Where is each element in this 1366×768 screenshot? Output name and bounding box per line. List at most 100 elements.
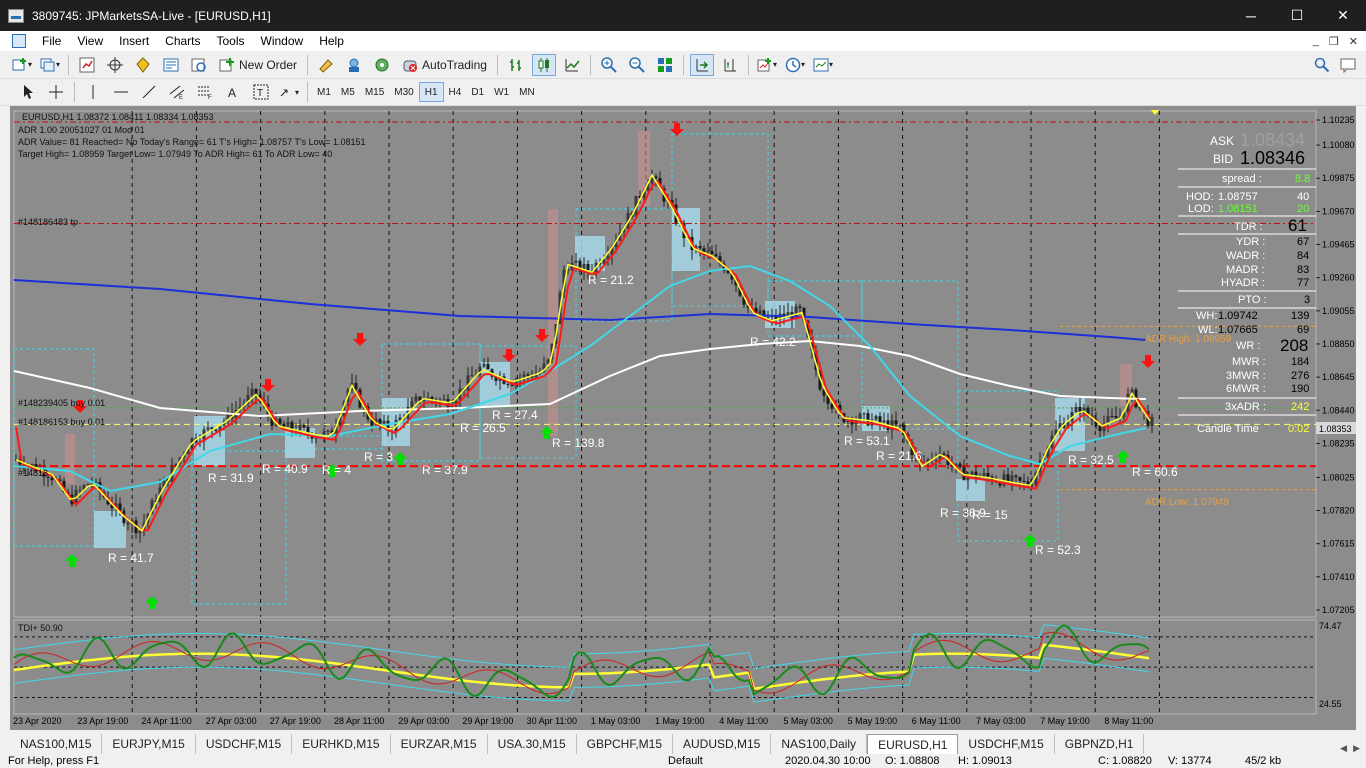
candlestick-button[interactable] <box>531 53 556 76</box>
hod-pips: 40 <box>1297 191 1309 203</box>
menu-insert[interactable]: Insert <box>111 34 157 48</box>
price-tick-label: 1.07820 <box>1322 506 1355 516</box>
toolbar-separator <box>682 54 684 75</box>
timeframe-h1[interactable]: H1 <box>418 82 444 102</box>
tab-nas100-m15[interactable]: NAS100,M15 <box>10 734 103 754</box>
new-order-button[interactable]: New Order <box>215 54 301 76</box>
candle-body <box>970 471 974 475</box>
search-icon[interactable] <box>1314 57 1330 73</box>
tab-eurusd-h1[interactable]: EURUSD,H1 <box>867 734 959 754</box>
range-label: R = 42.2 <box>750 335 796 349</box>
channel-tool[interactable]: E <box>165 81 189 103</box>
status-profile[interactable]: Default <box>668 755 703 767</box>
trendline-tool[interactable] <box>137 81 161 103</box>
lod-pips: 20 <box>1297 203 1309 215</box>
tab-usdchf-m15[interactable]: USDCHF,M15 <box>196 734 293 754</box>
strategy-tester-button[interactable] <box>187 54 211 76</box>
tab-audusd-m15[interactable]: AUDUSD,M15 <box>673 734 772 754</box>
tab-gbpnzd-h1[interactable]: GBPNZD,H1 <box>1055 734 1145 754</box>
auto-scroll-button[interactable] <box>689 53 714 76</box>
tab-usdchf-m15-2[interactable]: USDCHF,M15 <box>958 734 1055 754</box>
timeframe-m5[interactable]: M5 <box>336 82 360 102</box>
timeframe-d1[interactable]: D1 <box>466 82 489 102</box>
autotrading-icon <box>403 60 418 72</box>
metaeditor-button[interactable] <box>314 54 338 76</box>
signals-button[interactable] <box>370 54 394 76</box>
crosshair-tool[interactable] <box>44 81 68 103</box>
tab-nas100-daily[interactable]: NAS100,Daily <box>771 734 868 754</box>
time-tick-label: 1 May 19:00 <box>655 716 705 726</box>
tab-eurjpy-m15[interactable]: EURJPY,M15 <box>102 734 196 754</box>
tabs-scroll-left-icon[interactable]: ◀ <box>1340 743 1347 754</box>
indicators-button[interactable]: ▾ <box>755 54 779 76</box>
bid-value: 1.08346 <box>1240 148 1305 168</box>
timeframe-h4[interactable]: H4 <box>444 82 467 102</box>
close-button[interactable]: ✕ <box>1320 0 1366 31</box>
menu-help[interactable]: Help <box>311 34 352 48</box>
periods-button[interactable]: ▾ <box>783 54 807 76</box>
timeframe-w1[interactable]: W1 <box>489 82 514 102</box>
menu-window[interactable]: Window <box>253 34 312 48</box>
zoom-out-button[interactable] <box>625 54 649 76</box>
chart-window-icon[interactable] <box>12 34 26 48</box>
navigator-button[interactable] <box>131 54 155 76</box>
terminal-button[interactable] <box>159 54 183 76</box>
minimize-button[interactable]: ─ <box>1228 0 1274 31</box>
svg-text:F: F <box>208 95 212 100</box>
zoom-in-button[interactable] <box>597 54 621 76</box>
status-connection[interactable]: 45/2 kb <box>1245 755 1281 767</box>
session-box <box>94 511 126 548</box>
tile-windows-button[interactable] <box>653 54 677 76</box>
status-open: O: 1.08808 <box>885 755 940 767</box>
timeframe-m15[interactable]: M15 <box>360 82 389 102</box>
mdi-minimize-button[interactable]: _ <box>1313 35 1319 48</box>
tabs-scroll-right-icon[interactable]: ▶ <box>1353 743 1360 754</box>
tab-eurhkd-m15[interactable]: EURHKD,M15 <box>292 734 391 754</box>
chart-window[interactable]: .txt { font-family: "Liberation Sans", s… <box>10 106 1356 730</box>
zoom-out-icon <box>629 56 645 73</box>
time-tick-label: 24 Apr 11:00 <box>141 716 191 726</box>
new-chart-button[interactable]: ▾ <box>10 54 34 76</box>
menu-view[interactable]: View <box>69 34 111 48</box>
timeframe-m30[interactable]: M30 <box>389 82 418 102</box>
cursor-tool[interactable] <box>16 81 40 103</box>
data-window-button[interactable] <box>103 54 127 76</box>
price-chart[interactable]: .txt { font-family: "Liberation Sans", s… <box>10 106 1356 730</box>
templates-button[interactable]: ▾ <box>811 54 835 76</box>
tab-gbpchf-m15[interactable]: GBPCHF,M15 <box>577 734 673 754</box>
chat-icon[interactable] <box>1340 57 1356 73</box>
chart-shift-button[interactable] <box>718 54 742 76</box>
community-button[interactable] <box>342 54 366 76</box>
menu-charts[interactable]: Charts <box>157 34 208 48</box>
fibonacci-tool[interactable]: F <box>193 81 217 103</box>
tab-eurzar-m15[interactable]: EURZAR,M15 <box>391 734 488 754</box>
text-tool[interactable]: A <box>221 81 245 103</box>
market-watch-button[interactable] <box>75 54 99 76</box>
text-label-tool[interactable]: T <box>249 81 273 103</box>
arrows-tool[interactable]: ▾ <box>277 81 301 103</box>
bar-chart-button[interactable] <box>504 54 528 76</box>
range-label: R = 60.6 <box>1132 465 1178 479</box>
menu-file[interactable]: File <box>34 34 69 48</box>
pto-value: 3 <box>1304 294 1310 306</box>
candle-body <box>874 416 878 420</box>
profiles-button[interactable]: ▾ <box>38 54 62 76</box>
order-label-buy-2[interactable]: #148186153 buy 0.01 <box>18 417 105 427</box>
line-chart-button[interactable] <box>560 54 584 76</box>
autotrading-button[interactable]: AutoTrading <box>398 54 491 76</box>
order-label-tp[interactable]: #148186483 tp <box>18 217 78 227</box>
order-label-buy-1[interactable]: #148239405 buy 0.01 <box>18 398 105 408</box>
timeframe-mn[interactable]: MN <box>514 82 540 102</box>
menu-tools[interactable]: Tools <box>209 34 253 48</box>
time-tick-label: 23 Apr 2020 <box>13 716 62 726</box>
candle-body <box>378 419 382 424</box>
mdi-restore-button[interactable]: ❐ <box>1329 35 1339 48</box>
maximize-button[interactable]: ☐ <box>1274 0 1320 31</box>
horizontal-line-tool[interactable] <box>109 81 133 103</box>
tab-usa30-m15[interactable]: USA.30,M15 <box>488 734 577 754</box>
wl-label: WL: <box>1198 324 1218 336</box>
mdi-close-button[interactable]: ✕ <box>1349 35 1358 48</box>
vertical-line-tool[interactable] <box>81 81 105 103</box>
timeframe-m1[interactable]: M1 <box>312 82 336 102</box>
order-label-short[interactable]: #14818 <box>18 468 48 478</box>
